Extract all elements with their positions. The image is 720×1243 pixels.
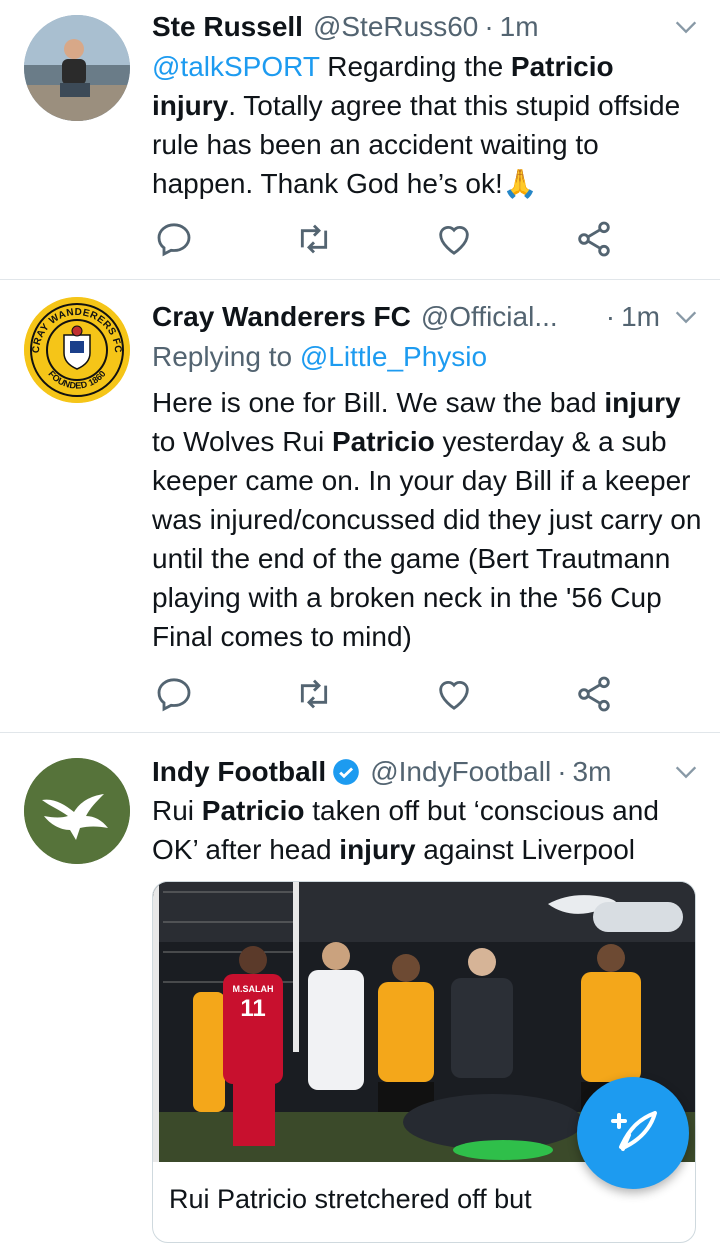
- share-icon[interactable]: [574, 219, 614, 259]
- chevron-down-icon[interactable]: [672, 13, 700, 41]
- shirt-name-label: M.SALAH: [233, 984, 274, 994]
- separator-dot: ·: [484, 11, 494, 42]
- display-name[interactable]: Ste Russell: [152, 11, 303, 43]
- avatar[interactable]: CRAY WANDERERS FC FOUNDED 1860: [24, 297, 130, 403]
- text-segment: Regarding the: [319, 51, 511, 82]
- heart-icon[interactable]: [434, 219, 474, 259]
- tweet-text: Here is one for Bill. We saw the bad inj…: [152, 383, 702, 656]
- text-segment: Here is one for Bill. We saw the bad: [152, 387, 605, 418]
- heart-icon[interactable]: [434, 674, 474, 714]
- card-title[interactable]: Rui Patricio stretchered off but: [169, 1184, 532, 1215]
- text-segment: against Liverpool: [415, 834, 636, 865]
- reply-icon[interactable]: [154, 219, 194, 259]
- text-segment: . Totally agree that this stupid offside…: [152, 90, 681, 199]
- timestamp[interactable]: 1m: [500, 11, 539, 43]
- retweet-icon[interactable]: [294, 674, 334, 714]
- highlight-term: Patricio: [510, 51, 614, 82]
- verified-badge-icon: [333, 759, 360, 785]
- chevron-down-icon[interactable]: [672, 758, 700, 786]
- display-name[interactable]: Indy Football: [152, 756, 326, 788]
- reply-icon[interactable]: [154, 674, 194, 714]
- display-name[interactable]: Cray Wanderers FC: [152, 301, 411, 333]
- highlight-term: Patricio: [201, 795, 305, 826]
- reply-mention-link[interactable]: @Little_Physio: [300, 341, 487, 372]
- separator-dot: ·: [605, 301, 616, 332]
- compose-tweet-button[interactable]: [577, 1077, 689, 1189]
- action-bar: [152, 674, 612, 714]
- highlight-term: injury: [152, 90, 229, 121]
- highlight-term: Patricio: [332, 426, 435, 457]
- timestamp[interactable]: 1m: [621, 301, 660, 333]
- retweet-icon[interactable]: [294, 219, 334, 259]
- text-segment: yesterday & a sub keeper came on. In you…: [152, 426, 702, 652]
- share-icon[interactable]: [574, 674, 614, 714]
- compose-tweet-icon: [611, 1111, 657, 1151]
- highlight-term: injury: [604, 387, 681, 418]
- tweet-cray-wanderers[interactable]: CRAY WANDERERS FC FOUNDED 1860 Cray Wand…: [0, 280, 720, 733]
- tweet-ste-russell[interactable]: Ste Russell @SteRuss60 · 1m @talkSPORT R…: [0, 0, 720, 280]
- replying-to-label: Replying to: [152, 341, 300, 372]
- user-handle[interactable]: @IndyFootball: [370, 756, 551, 788]
- avatar[interactable]: [24, 15, 130, 121]
- text-segment: Rui: [152, 795, 202, 826]
- user-handle[interactable]: @SteRuss60: [313, 11, 478, 43]
- mention-link[interactable]: @talkSPORT: [152, 51, 319, 82]
- user-handle[interactable]: @Official...: [421, 301, 558, 333]
- replying-to: Replying to @Little_Physio: [152, 341, 487, 373]
- tweet-text: Rui Patricio taken off but ‘conscious an…: [152, 791, 702, 869]
- tweet-text: @talkSPORT Regarding the Patricio injury…: [152, 47, 702, 203]
- action-bar: [152, 219, 612, 259]
- chevron-down-icon[interactable]: [672, 303, 700, 331]
- avatar[interactable]: [24, 758, 130, 864]
- separator-dot: ·: [557, 756, 567, 787]
- timestamp[interactable]: 3m: [573, 756, 612, 788]
- highlight-term: injury: [339, 834, 416, 865]
- text-segment: to Wolves Rui: [152, 426, 332, 457]
- shirt-number-label: 11: [240, 995, 265, 1022]
